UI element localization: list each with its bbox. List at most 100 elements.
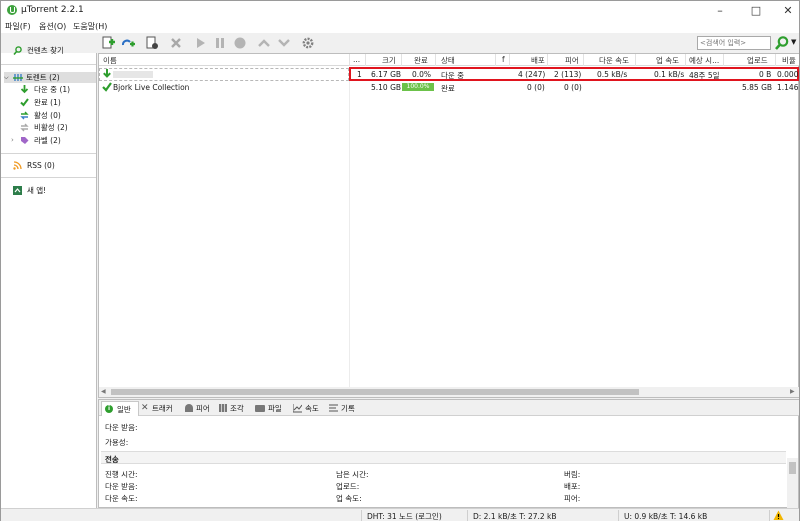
tab-trackers-label: 트래커: [152, 404, 173, 413]
col-name[interactable]: 이름: [103, 55, 117, 66]
tab-speed[interactable]: 속도: [291, 401, 327, 416]
tab-files-label: 파일: [268, 404, 282, 413]
torrent-done: 0.0%: [412, 70, 432, 79]
download-status[interactable]: D: 2.1 kB/초 T: 27.2 kB: [473, 511, 557, 522]
table-row[interactable]: Bjork Live Collection 5.10 GB 100.0% 완료 …: [99, 81, 799, 94]
chevron-right-icon[interactable]: ›: [11, 135, 14, 146]
torrents-icon: [13, 74, 23, 81]
detail-scrollbar-thumb[interactable]: [789, 462, 796, 474]
scroll-right-icon[interactable]: ▶: [790, 388, 795, 395]
ul-label: 업로드:: [336, 482, 360, 491]
add-url-icon[interactable]: [121, 36, 135, 50]
torrent-eta: 48주 5일: [689, 71, 720, 80]
col-num[interactable]: ...: [353, 55, 360, 64]
labels-label: 라벨 (2): [34, 136, 61, 145]
col-flag[interactable]: f: [502, 55, 505, 64]
tab-pieces[interactable]: 조각: [217, 401, 253, 416]
maximize-button[interactable]: □: [740, 1, 772, 20]
pause-icon[interactable]: [213, 36, 227, 50]
menu-file[interactable]: 파일(F): [5, 21, 31, 32]
col-up-speed[interactable]: 업 속도: [656, 55, 679, 66]
close-button[interactable]: ✕: [772, 1, 800, 20]
menu-options[interactable]: 옵션(O): [39, 21, 66, 32]
torrent-status: 완료: [441, 84, 455, 93]
checkmark-icon: [20, 98, 29, 107]
minimize-button[interactable]: –: [704, 1, 736, 20]
seeds-label: 배포:: [564, 482, 581, 491]
ul-speed-label: 업 속도:: [336, 494, 362, 503]
detail-panel: i 일반 ✕ 트래커 피어 조각 파일 속도 기록 다운 받음: 가용성: 전송…: [98, 399, 799, 508]
col-down-speed[interactable]: 다운 속도: [599, 55, 629, 66]
detail-vertical-scrollbar[interactable]: [787, 458, 798, 508]
col-size[interactable]: 크기: [382, 55, 396, 66]
torrent-up-speed: 0.1 kB/s: [654, 70, 685, 79]
availability-label: 가용성:: [105, 438, 129, 447]
col-ratio[interactable]: 비율: [782, 55, 796, 66]
upload-status[interactable]: U: 0.9 kB/초 T: 14.6 kB: [624, 511, 707, 522]
pieces-icon: [219, 404, 227, 412]
inactive-arrows-icon: [20, 123, 29, 132]
search-dropdown-icon[interactable]: ▼: [791, 38, 796, 46]
torrent-num: 1: [357, 70, 362, 79]
tab-pieces-label: 조각: [230, 404, 244, 413]
window-title: µTorrent 2.2.1: [21, 5, 84, 15]
torrents-label: 토렌트 (2): [26, 73, 60, 82]
tab-speed-label: 속도: [305, 404, 319, 413]
peers-icon: [185, 404, 193, 412]
start-icon[interactable]: [193, 36, 207, 50]
torrent-ratio: 0.000: [777, 70, 799, 79]
move-up-icon[interactable]: [257, 36, 271, 50]
active-label: 활성 (0): [34, 111, 61, 120]
find-content-label: 컨텐츠 찾기: [27, 46, 64, 55]
table-row[interactable]: 1 6.17 GB 0.0% 다운 중 4 (247) 2 (113) 0.5 …: [99, 67, 799, 81]
torrent-seeds: 4 (247): [518, 70, 546, 79]
scroll-left-icon[interactable]: ◀: [101, 388, 106, 395]
tab-peers-label: 피어: [196, 404, 210, 413]
downloaded-label: 다운 받음:: [105, 423, 138, 432]
tab-files[interactable]: 파일: [253, 401, 291, 416]
wasted-label: 버림:: [564, 470, 581, 479]
transfer-header: 전송: [105, 455, 119, 464]
create-torrent-icon[interactable]: [145, 36, 159, 50]
info-icon: i: [105, 405, 113, 413]
find-content-search-icon: [13, 46, 22, 55]
search-input[interactable]: [697, 36, 771, 50]
inactive-label: 비활성 (2): [34, 123, 68, 132]
sidebar-item-torrents[interactable]: ⌵ 토렌트 (2): [4, 72, 96, 83]
dht-status[interactable]: DHT: 31 노드 (로그인): [367, 511, 442, 522]
col-eta[interactable]: 예상 시...: [689, 55, 719, 66]
menu-help[interactable]: 도움말(H): [73, 21, 107, 32]
torrent-ratio: 1.146: [777, 83, 799, 92]
tab-logger[interactable]: 기록: [327, 401, 363, 416]
torrent-list: 이름 ... 크기 완료 상태 f 배포 피어 다운 속도 업 속도 예상 시.…: [98, 53, 799, 398]
scrollbar-thumb[interactable]: [111, 389, 639, 395]
redacted-name: [113, 71, 153, 78]
col-uploaded[interactable]: 업로드: [747, 55, 768, 66]
warning-icon[interactable]: [773, 510, 784, 521]
elapsed-label: 진행 시간:: [105, 470, 138, 479]
add-torrent-icon[interactable]: [101, 36, 115, 50]
rss-icon: [13, 161, 22, 170]
chevron-down-icon[interactable]: ⌵: [4, 72, 9, 83]
stop-icon[interactable]: [233, 36, 247, 50]
label-tag-icon: [21, 137, 29, 144]
remove-icon[interactable]: [169, 36, 183, 50]
progress-bar: 100.0%: [402, 83, 434, 91]
col-peers[interactable]: 피어: [565, 55, 579, 66]
torrent-uploaded: 0 B: [759, 70, 772, 79]
tab-general[interactable]: i 일반: [101, 401, 139, 416]
move-down-icon[interactable]: [277, 36, 291, 50]
horizontal-scrollbar[interactable]: ◀ ▶: [99, 387, 799, 397]
col-seeds[interactable]: 배포: [531, 55, 545, 66]
completed-label: 완료 (1): [34, 98, 61, 107]
preferences-gear-icon[interactable]: [301, 36, 315, 50]
torrent-name: Bjork Live Collection: [113, 83, 190, 92]
tab-trackers[interactable]: ✕ 트래커: [139, 401, 183, 416]
col-done[interactable]: 완료: [414, 55, 428, 66]
tab-peers[interactable]: 피어: [183, 401, 217, 416]
torrent-size: 6.17 GB: [371, 70, 402, 79]
search-icon[interactable]: [774, 35, 790, 51]
torrent-list-header: 이름 ... 크기 완료 상태 f 배포 피어 다운 속도 업 속도 예상 시.…: [99, 54, 799, 66]
dl-label: 다운 받음:: [105, 482, 138, 491]
col-status[interactable]: 상태: [441, 55, 455, 66]
